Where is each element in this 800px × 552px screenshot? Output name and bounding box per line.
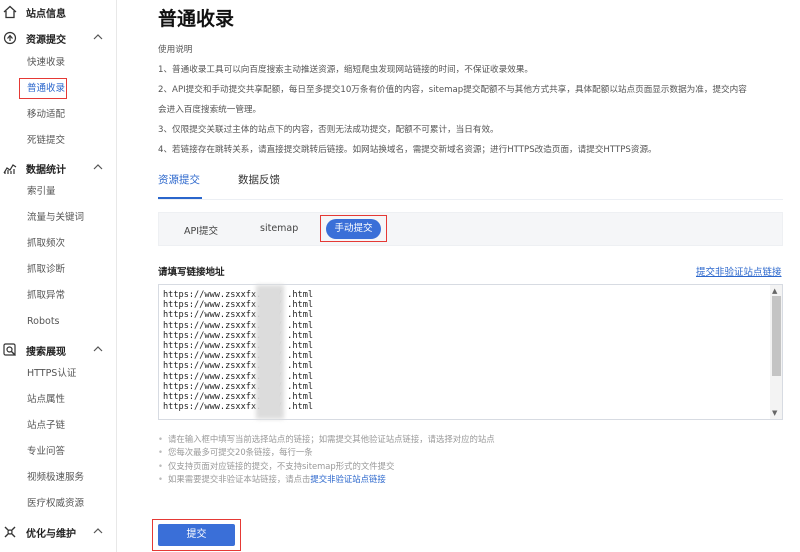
sidebar-item-crawl-diagnosis[interactable]: 抓取诊断 <box>27 262 65 278</box>
settings-icon <box>4 526 16 538</box>
sidebar-item-fast-index[interactable]: 快速收录 <box>27 55 65 71</box>
tips-list: 请在输入框中填写当前选择站点的链接；如需提交其他验证站点链接，请选择对应的站点 … <box>158 433 495 487</box>
submit-unverified-link[interactable]: 提交非验证站点链接 <box>696 264 782 278</box>
subtab-bar: API提交 sitemap <box>158 212 783 246</box>
sidebar-group-search-display[interactable]: 搜索展现 <box>0 340 117 360</box>
sidebar-item-site-sublinks[interactable]: 站点子链 <box>27 418 65 434</box>
sidebar-item-medical-authority[interactable]: 医疗权威资源 <box>27 496 84 512</box>
sidebar-group-label: 搜索展现 <box>26 346 66 358</box>
highlight-box <box>19 78 67 99</box>
sidebar-item-crawl-frequency[interactable]: 抓取频次 <box>27 236 65 252</box>
url-textarea[interactable]: https://www.zsxxfx.com/ .html https://ww… <box>158 284 783 420</box>
tip-item: 如果需要提交非验证本站链接，请点击提交非验证站点链接 <box>158 473 495 487</box>
sidebar-group-label: 优化与维护 <box>26 528 76 540</box>
sidebar-group-label: 资源提交 <box>26 34 66 46</box>
scroll-down-icon[interactable]: ▼ <box>772 409 777 417</box>
sidebar-group-label: 数据统计 <box>26 164 66 176</box>
sidebar-group-optimize-maintain[interactable]: 优化与维护 <box>0 522 117 542</box>
url-line: https://www.zsxxfx.com/ .html <box>163 330 314 341</box>
sidebar-item-https-cert[interactable]: HTTPS认证 <box>27 366 76 382</box>
scroll-up-icon[interactable]: ▲ <box>772 287 777 295</box>
highlight-box <box>152 519 241 551</box>
tip-submit-unverified-link[interactable]: 提交非验证站点链接 <box>310 474 385 484</box>
page-title: 普通收录 <box>158 8 235 30</box>
url-field-label: 请填写链接地址 <box>158 267 225 278</box>
submit-icon <box>3 31 17 45</box>
tip-item: 您每次最多可提交20条链接，每行一条 <box>158 446 495 460</box>
url-line: https://www.zsxxfx.com/ .html <box>163 371 314 382</box>
highlight-box <box>320 215 387 242</box>
url-list: https://www.zsxxfx.com/ .html https://ww… <box>163 290 313 412</box>
url-line: https://www.zsxxfx.com/ .html <box>163 402 314 413</box>
instruction-line: 1、普通收录工具可以向百度搜索主动推送资源，缩短爬虫发现网站链接的时间，不保证收… <box>158 65 534 75</box>
url-line: https://www.zsxxfx.com/ .html <box>163 310 314 321</box>
tip-item: 请在输入框中填写当前选择站点的链接；如需提交其他验证站点链接，请选择对应的站点 <box>158 433 495 447</box>
sidebar-item-robots[interactable]: Robots <box>27 314 60 330</box>
url-line: https://www.zsxxfx.com/ .html <box>163 340 314 351</box>
search-display-icon <box>3 343 16 356</box>
tab-resource-submit[interactable]: 资源提交 <box>158 172 200 187</box>
url-line: https://www.zsxxfx.com/ .html <box>163 351 314 362</box>
instruction-line: 3、仅限提交关联过主体的站点下的内容，否则无法成功提交，配额不可累计，当日有效。 <box>158 125 499 135</box>
instructions: 使用说明 1、普通收录工具可以向百度搜索主动推送资源，缩短爬虫发现网站链接的时间… <box>158 40 783 160</box>
url-line: https://www.zsxxfx.com/ .html <box>163 381 314 392</box>
chevron-up-icon[interactable] <box>93 163 103 171</box>
tabs-divider <box>158 199 783 200</box>
sidebar-group-resource-submit[interactable]: 资源提交 <box>0 28 117 48</box>
home-icon <box>3 5 17 19</box>
sidebar-group-data-stats[interactable]: 数据统计 <box>0 158 117 178</box>
subtab-sitemap[interactable]: sitemap <box>260 223 298 234</box>
sidebar-group-site-info[interactable]: 站点信息 <box>0 2 117 22</box>
url-line: https://www.zsxxfx.com/ .html <box>163 300 314 311</box>
instruction-line: 4、若链接存在跳转关系，请直接提交跳转后链接。如网站换域名，需提交新域名资源；进… <box>158 145 657 155</box>
url-line: https://www.zsxxfx.com/ .html <box>163 391 314 402</box>
sidebar-item-deadlink-submit[interactable]: 死链提交 <box>27 133 65 149</box>
sidebar-group-label: 站点信息 <box>26 8 66 20</box>
chevron-up-icon[interactable] <box>93 33 103 41</box>
sidebar-item-crawl-errors[interactable]: 抓取异常 <box>27 288 65 304</box>
tip-text: 如果需要提交非验证本站链接，请点击 <box>168 474 311 485</box>
tip-item: 仅支持页面对应链接的提交，不支持sitemap形式的文件提交 <box>158 460 495 474</box>
sidebar: 站点信息 资源提交 快速收录 普通收录 移动适配 死链提交 数据统计 索引量 流… <box>0 0 117 552</box>
sidebar-item-expert-qa[interactable]: 专业问答 <box>27 444 65 460</box>
chart-icon <box>3 164 17 174</box>
sidebar-item-mobile-adapt[interactable]: 移动适配 <box>27 107 65 123</box>
chevron-up-icon[interactable] <box>93 527 103 535</box>
sidebar-item-index-volume[interactable]: 索引量 <box>27 184 56 200</box>
url-line: https://www.zsxxfx.com/ .html <box>163 320 314 331</box>
instruction-line: 2、API提交和手动提交共享配额，每日至多提交10万条有价值的内容，sitema… <box>158 85 747 95</box>
scrollbar-thumb[interactable] <box>772 296 781 376</box>
instruction-line: 会进入百度搜索统一管理。 <box>158 105 262 115</box>
instructions-heading: 使用说明 <box>158 45 193 55</box>
sidebar-item-traffic-keywords[interactable]: 流量与关键词 <box>27 210 84 226</box>
subtab-api-submit[interactable]: API提交 <box>184 223 218 237</box>
url-line: https://www.zsxxfx.com/ .html <box>163 290 314 300</box>
sidebar-item-site-attributes[interactable]: 站点属性 <box>27 392 65 408</box>
url-line: https://www.zsxxfx.com/ .html <box>163 361 314 372</box>
tab-data-feedback[interactable]: 数据反馈 <box>238 172 280 187</box>
chevron-up-icon[interactable] <box>93 345 103 353</box>
sidebar-item-video-speed[interactable]: 视频极速服务 <box>27 470 84 486</box>
blur-mask <box>256 285 284 419</box>
